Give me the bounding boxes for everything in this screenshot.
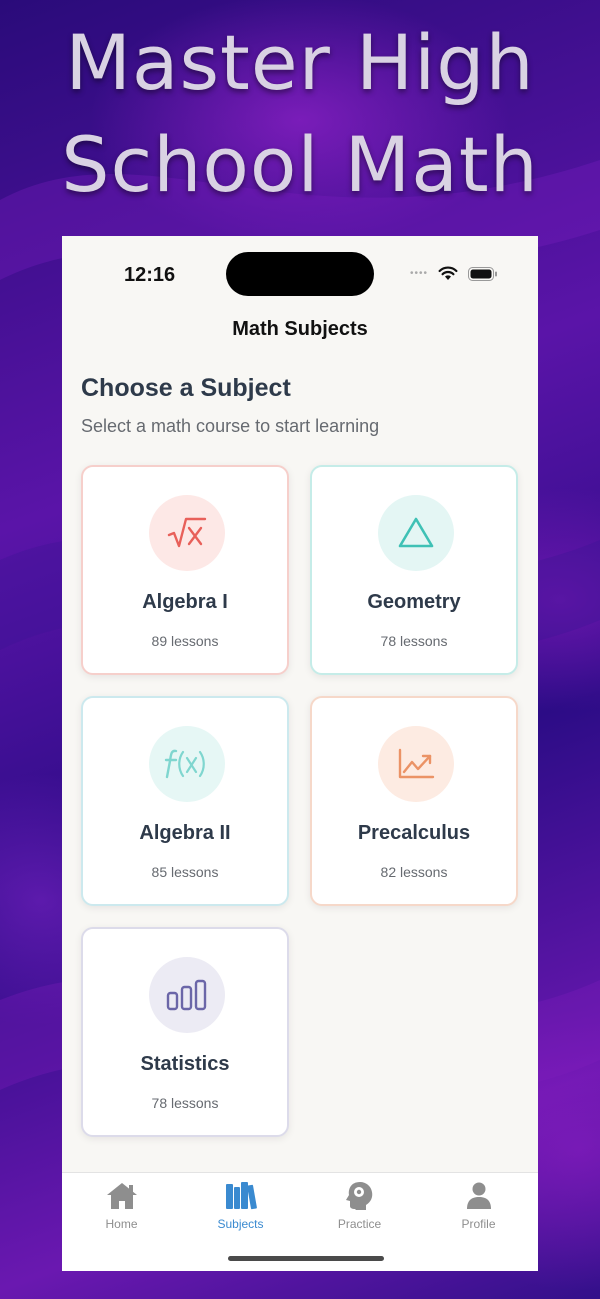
subject-card-algebra-2[interactable]: Algebra II 85 lessons <box>81 696 289 906</box>
signal-icon: •••• <box>409 268 428 279</box>
hero-title-line-1: Master High <box>65 18 535 107</box>
home-indicator[interactable] <box>228 1256 384 1261</box>
page-subheading: Select a math course to start learning <box>81 416 380 436</box>
subject-icon-circle <box>378 495 454 571</box>
tab-home[interactable]: Home <box>62 1173 181 1233</box>
function-icon <box>164 749 205 779</box>
subject-card-algebra-1[interactable]: Algebra I 89 lessons <box>81 465 289 675</box>
dynamic-island <box>226 252 374 296</box>
nav-title: Math Subjects <box>232 318 368 340</box>
books-icon <box>226 1182 257 1210</box>
triangle-icon <box>398 517 434 548</box>
status-bar: 12:16 •••• <box>62 236 538 306</box>
square-root-icon <box>167 517 207 548</box>
subject-icon-circle <box>149 495 225 571</box>
subject-title: Algebra II <box>139 822 231 844</box>
subject-lesson-count: 89 lessons <box>151 633 219 649</box>
hero-title: Master High School Math <box>0 12 600 216</box>
status-icons: •••• <box>410 266 498 281</box>
tab-profile[interactable]: Profile <box>419 1173 538 1233</box>
house-icon <box>107 1183 137 1209</box>
subject-lesson-count: 85 lessons <box>151 864 219 880</box>
brain-head-icon <box>346 1182 373 1210</box>
wifi-icon <box>438 266 458 280</box>
subject-lesson-count: 78 lessons <box>151 1095 219 1111</box>
page-heading: Choose a Subject <box>81 374 291 402</box>
subject-lesson-count: 82 lessons <box>380 864 448 880</box>
subject-icon-circle <box>149 957 225 1033</box>
subject-title: Precalculus <box>357 822 471 844</box>
subject-title: Algebra I <box>142 591 228 613</box>
subject-card-statistics[interactable]: Statistics 78 lessons <box>81 927 289 1137</box>
subject-icon-circle <box>378 726 454 802</box>
tab-label: Subjects <box>217 1217 264 1231</box>
tab-practice[interactable]: Practice <box>300 1173 419 1233</box>
subject-title: Statistics <box>140 1053 230 1075</box>
tab-label: Home <box>105 1217 138 1231</box>
subject-title: Geometry <box>367 591 461 613</box>
tab-subjects[interactable]: Subjects <box>181 1173 300 1233</box>
subject-icon-circle <box>149 726 225 802</box>
tab-label: Practice <box>337 1217 382 1231</box>
subject-lesson-count: 78 lessons <box>380 633 448 649</box>
bar-chart-icon <box>166 979 207 1011</box>
hero-title-line-2: School Math <box>61 120 539 209</box>
person-icon <box>467 1182 491 1209</box>
status-time: 12:16 <box>124 264 176 286</box>
battery-icon <box>468 266 497 281</box>
subject-card-precalculus[interactable]: Precalculus 82 lessons <box>310 696 518 906</box>
phone-screen: 12:16 •••• Math Subjects Choose a Subjec… <box>62 236 538 1271</box>
tab-label: Profile <box>461 1217 496 1231</box>
line-chart-icon <box>398 748 435 779</box>
subject-card-geometry[interactable]: Geometry 78 lessons <box>310 465 518 675</box>
tab-bar: Home Subjects Practice Profile <box>62 1172 538 1271</box>
